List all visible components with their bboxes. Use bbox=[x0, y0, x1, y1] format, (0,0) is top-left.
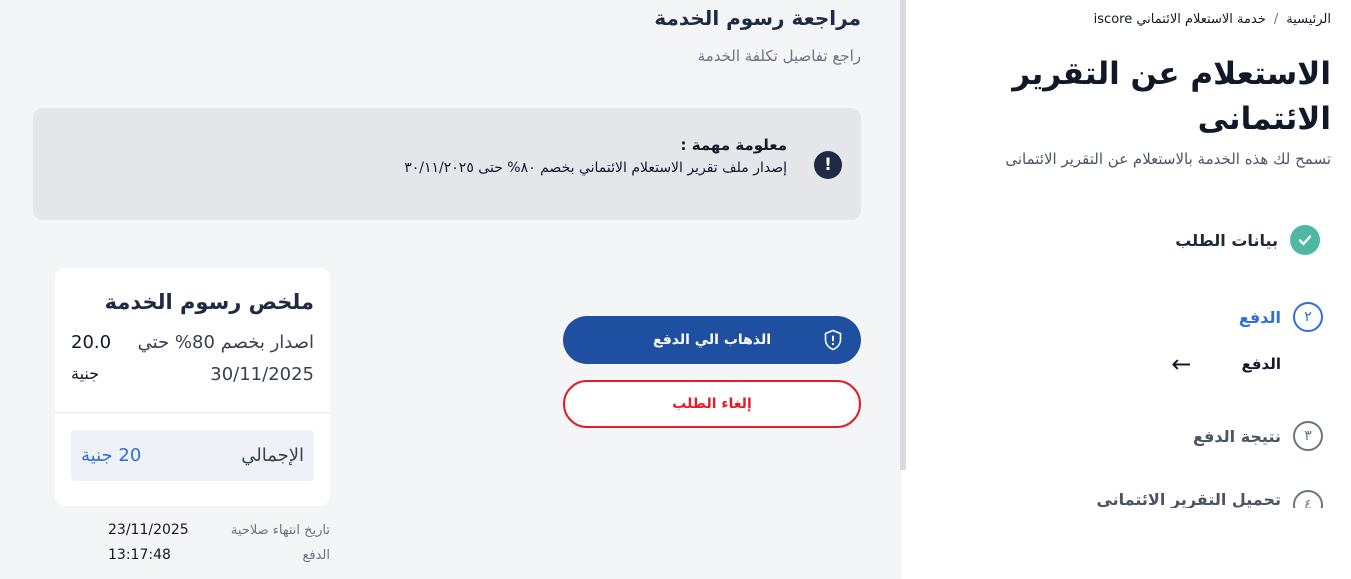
scrollbar[interactable] bbox=[900, 0, 906, 470]
step-request-data[interactable]: بيانات الطلب bbox=[1175, 225, 1320, 255]
step-label: بيانات الطلب bbox=[1175, 230, 1278, 250]
summary-title: ملخص رسوم الخدمة bbox=[104, 290, 314, 314]
step-label: نتيجة الدفع bbox=[1192, 426, 1281, 446]
check-icon bbox=[1290, 225, 1320, 255]
step-number: ٢ bbox=[1293, 302, 1323, 332]
exclamation-icon: ! bbox=[814, 151, 842, 179]
page-title: مراجعة رسوم الخدمة bbox=[654, 6, 861, 30]
breadcrumb-separator: / bbox=[1273, 12, 1279, 27]
cancel-request-button[interactable]: إلغاء الطلب bbox=[563, 380, 861, 428]
shield-icon bbox=[824, 329, 842, 351]
summary-item-label: اصدار بخصم 80% حتي bbox=[137, 332, 314, 353]
service-sidebar: الرئيسية / خدمة الاستعلام الائتماني isco… bbox=[901, 0, 1351, 579]
page-subtitle: راجع تفاصيل تكلفة الخدمة bbox=[697, 47, 861, 65]
substep-label: الدفع bbox=[1241, 355, 1281, 373]
summary-total: الإجمالي 20 جنية bbox=[71, 430, 314, 481]
summary-item-date: 30/11/2025 bbox=[210, 364, 314, 385]
go-to-payment-button[interactable]: الذهاب الي الدفع bbox=[563, 316, 861, 364]
step-payment[interactable]: ٢ الدفع bbox=[1239, 302, 1323, 332]
notice-title: معلومة مهمة : bbox=[680, 136, 787, 154]
cancel-request-label: إلغاء الطلب bbox=[672, 396, 752, 412]
summary-item-unit: جنية bbox=[71, 364, 100, 383]
breadcrumb: الرئيسية / خدمة الاستعلام الائتماني isco… bbox=[1094, 12, 1331, 27]
arrow-left-icon: ← bbox=[1171, 350, 1192, 378]
total-value: 20 جنية bbox=[81, 445, 142, 466]
step-number: ٣ bbox=[1293, 421, 1323, 451]
expiry-date: 23/11/2025 bbox=[108, 522, 189, 538]
notice-text: إصدار ملف تقرير الاستعلام الائتماني بخصم… bbox=[404, 160, 787, 176]
payment-expiry: تاريخ انتهاء صلاحية الدفع 23/11/2025 13:… bbox=[108, 518, 330, 568]
expiry-time: 13:17:48 bbox=[108, 547, 171, 563]
expiry-label: تاريخ انتهاء صلاحية الدفع bbox=[230, 523, 330, 563]
summary-divider bbox=[55, 412, 330, 413]
go-to-payment-label: الذهاب الي الدفع bbox=[653, 332, 772, 348]
expiry-datetime: 23/11/2025 13:17:48 bbox=[108, 518, 189, 568]
total-label: الإجمالي bbox=[241, 445, 304, 466]
service-title: الاستعلام عن التقرير الائتمانى bbox=[1012, 56, 1331, 137]
step-payment-result[interactable]: ٣ نتيجة الدفع bbox=[1193, 421, 1323, 451]
step-download-report[interactable]: ٤ تحميل التقرير الائتماني bbox=[1096, 490, 1323, 508]
step-label: تحميل التقرير الائتماني bbox=[1096, 490, 1281, 508]
breadcrumb-current-link[interactable]: خدمة الاستعلام الائتماني iscore bbox=[1094, 12, 1266, 27]
summary-item-amount: 20.0 bbox=[71, 332, 112, 353]
service-description: تسمح لك هذه الخدمة بالاستعلام عن التقرير… bbox=[1005, 150, 1331, 168]
fee-summary-card: ملخص رسوم الخدمة اصدار بخصم 80% حتي 20.0… bbox=[55, 268, 330, 506]
summary-item-row-2: 30/11/2025 جنية bbox=[71, 364, 314, 385]
summary-item-row: اصدار بخصم 80% حتي 20.0 bbox=[71, 332, 314, 353]
breadcrumb-home-link[interactable]: الرئيسية bbox=[1286, 12, 1331, 27]
step-number: ٤ bbox=[1293, 490, 1323, 508]
step-label: الدفع bbox=[1238, 307, 1281, 327]
substep-payment[interactable]: الدفع ← bbox=[1171, 350, 1281, 378]
important-notice: ! معلومة مهمة : إصدار ملف تقرير الاستعلا… bbox=[33, 108, 861, 220]
